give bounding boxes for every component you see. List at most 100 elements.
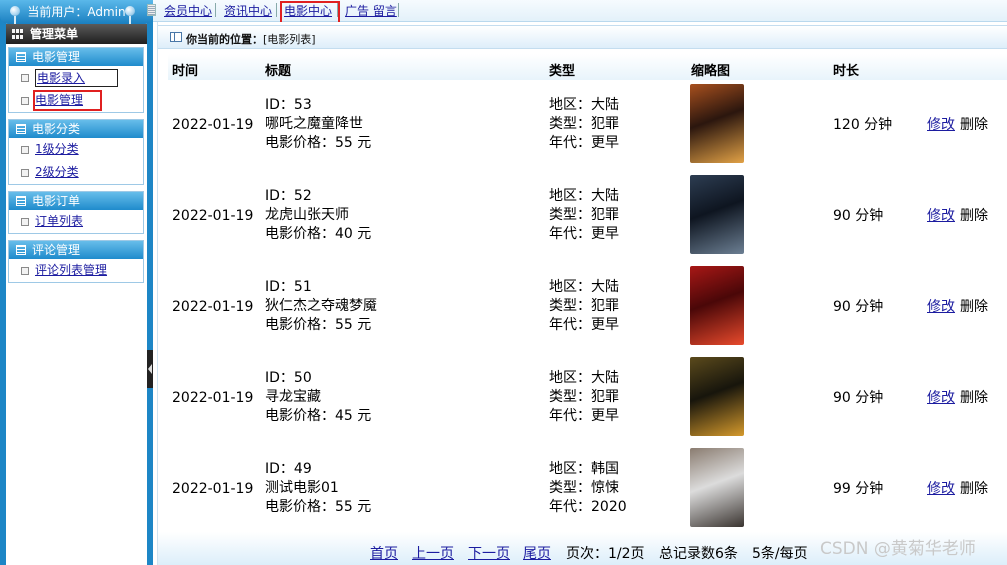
edit-link[interactable]: 修改 [927, 298, 955, 317]
menu-group-header[interactable]: 电影分类 [9, 120, 143, 138]
row-price: 电影价格：55 元 [265, 317, 372, 333]
edit-link[interactable]: 修改 [927, 480, 955, 499]
pager-prev-link[interactable]: 上一页 [412, 543, 454, 563]
nav-divider [398, 3, 399, 17]
list-icon [16, 124, 26, 134]
row-year: 年代：更早 [549, 135, 619, 151]
row-id: ID：50 [265, 370, 312, 386]
movie-poster-thumbnail [690, 448, 744, 527]
sidebar-item-movie-entry[interactable]: 电影录入 [9, 66, 143, 89]
delete-link[interactable]: 删除 [960, 116, 988, 135]
row-year: 年代：2020 [549, 499, 627, 515]
sidebar-item-order-list[interactable]: 订单列表 [9, 210, 143, 233]
menu-group-title: 电影分类 [32, 122, 81, 136]
row-id: ID：53 [265, 97, 312, 113]
table-row: 2022-01-19 ID：51 狄仁杰之夺魂梦魇 电影价格：55 元 地区：大陆 类型：… [168, 262, 1007, 353]
menu-group-header[interactable]: 电影管理 [9, 48, 143, 66]
movie-poster-thumbnail [690, 266, 744, 345]
row-region: 地区：韩国 [549, 461, 619, 477]
breadcrumb-label: 你当前的位置： [186, 33, 263, 46]
pager-last-link[interactable]: 尾页 [523, 543, 551, 563]
sidebar: 当前用户：Admin 管理菜单 电影管理 电影录入 电影管理 电影分类 1级分类 [0, 0, 153, 565]
row-price: 电影价格：40 元 [265, 226, 372, 242]
row-date: 2022-01-19 [172, 299, 254, 315]
menu-group-header[interactable]: 评论管理 [9, 241, 143, 259]
row-title: 测试电影01 [265, 480, 339, 496]
pager-page-info: 页次：1/2页 [566, 546, 645, 562]
sidebar-item-level2-category[interactable]: 2级分类 [9, 161, 143, 184]
sidebar-item-label[interactable]: 1级分类 [35, 142, 79, 156]
table-row: 2022-01-19 ID：53 哪吒之魔童降世 电影价格：55 元 地区：大陆 类型：犯… [168, 80, 1007, 171]
pager-next-link[interactable]: 下一页 [468, 543, 510, 563]
nav-divider [276, 3, 277, 17]
menu-group-title: 电影管理 [32, 50, 81, 64]
menu-group-header[interactable]: 电影订单 [9, 192, 143, 210]
breadcrumb-value: [电影列表] [263, 33, 316, 46]
current-user-label: 当前用户：Admin [27, 5, 126, 19]
menu-group-movie-orders: 电影订单 订单列表 [8, 191, 144, 234]
row-date: 2022-01-19 [172, 481, 254, 497]
edit-link[interactable]: 修改 [927, 207, 955, 226]
row-genre: 类型：犯罪 [549, 389, 619, 405]
row-price: 电影价格：45 元 [265, 408, 372, 424]
sidebar-item-label[interactable]: 电影录入 [35, 69, 119, 87]
table-row: 2022-01-19 ID：50 寻龙宝藏 电影价格：45 元 地区：大陆 类型：犯罪 年代… [168, 353, 1007, 444]
edit-link[interactable]: 修改 [927, 389, 955, 408]
row-duration: 90 分钟 [833, 390, 884, 406]
row-region: 地区：大陆 [549, 188, 619, 204]
row-date: 2022-01-19 [172, 390, 254, 406]
delete-link[interactable]: 删除 [960, 298, 988, 317]
breadcrumb: 你当前的位置： [电影列表] [158, 25, 1007, 49]
bullet-icon [21, 97, 29, 105]
delete-link[interactable]: 删除 [960, 207, 988, 226]
nav-news-center[interactable]: 资讯中心 [224, 3, 272, 19]
delete-link[interactable]: 删除 [960, 389, 988, 408]
row-duration: 99 分钟 [833, 481, 884, 497]
bullet-icon [21, 74, 29, 82]
menu-group-comments: 评论管理 评论列表管理 [8, 240, 144, 283]
sidebar-item-movie-manage[interactable]: 电影管理 [9, 89, 143, 112]
row-title: 龙虎山张天师 [265, 207, 349, 223]
row-id: ID：52 [265, 188, 312, 204]
document-icon [147, 4, 156, 16]
edit-link[interactable]: 修改 [927, 116, 955, 135]
column-header-title: 标题 [265, 64, 292, 79]
sidebar-item-label[interactable]: 订单列表 [35, 214, 83, 228]
list-icon [16, 52, 26, 62]
row-genre: 类型：犯罪 [549, 116, 619, 132]
menu-group-movie-category: 电影分类 1级分类 2级分类 [8, 119, 144, 185]
sidebar-item-label[interactable]: 评论列表管理 [35, 263, 107, 277]
delete-link[interactable]: 删除 [960, 480, 988, 499]
column-header-type: 类型 [549, 64, 576, 79]
menu-title: 管理菜单 [6, 24, 147, 44]
column-header-thumbnail: 缩略图 [691, 64, 731, 79]
table-header: 时间 标题 类型 缩略图 时长 [168, 54, 1007, 80]
menu-group-title: 电影订单 [32, 194, 81, 208]
sidebar-item-label[interactable]: 2级分类 [35, 165, 79, 179]
row-year: 年代：更早 [549, 408, 619, 424]
bullet-icon [21, 169, 29, 177]
nav-member-center[interactable]: 会员中心 [164, 3, 212, 19]
row-date: 2022-01-19 [172, 208, 254, 224]
row-duration: 120 分钟 [833, 117, 893, 133]
sidebar-collapse-handle[interactable] [147, 350, 153, 388]
pager-first-link[interactable]: 首页 [370, 543, 398, 563]
watermark: CSDN @黄菊华老师 [820, 539, 976, 559]
list-icon [16, 196, 26, 206]
menu-group-title: 评论管理 [32, 243, 81, 257]
row-genre: 类型：犯罪 [549, 298, 619, 314]
row-genre: 类型：犯罪 [549, 207, 619, 223]
row-duration: 90 分钟 [833, 299, 884, 315]
nav-ads-messages[interactable]: 广告 留言 [345, 3, 397, 19]
pin-icon [10, 6, 20, 24]
window-icon [170, 32, 182, 42]
sidebar-item-comment-list[interactable]: 评论列表管理 [9, 259, 143, 282]
movie-poster-thumbnail [690, 357, 744, 436]
row-duration: 90 分钟 [833, 208, 884, 224]
table-row: 2022-01-19 ID：49 测试电影01 电影价格：55 元 地区：韩国 类型：惊悚… [168, 444, 1007, 535]
row-price: 电影价格：55 元 [265, 499, 372, 515]
grid-icon [12, 29, 24, 39]
main-content: 你当前的位置： [电影列表] 时间 标题 类型 缩略图 时长 2022-01-1… [157, 22, 1007, 565]
sidebar-item-level1-category[interactable]: 1级分类 [9, 138, 143, 161]
movie-poster-thumbnail [690, 84, 744, 163]
